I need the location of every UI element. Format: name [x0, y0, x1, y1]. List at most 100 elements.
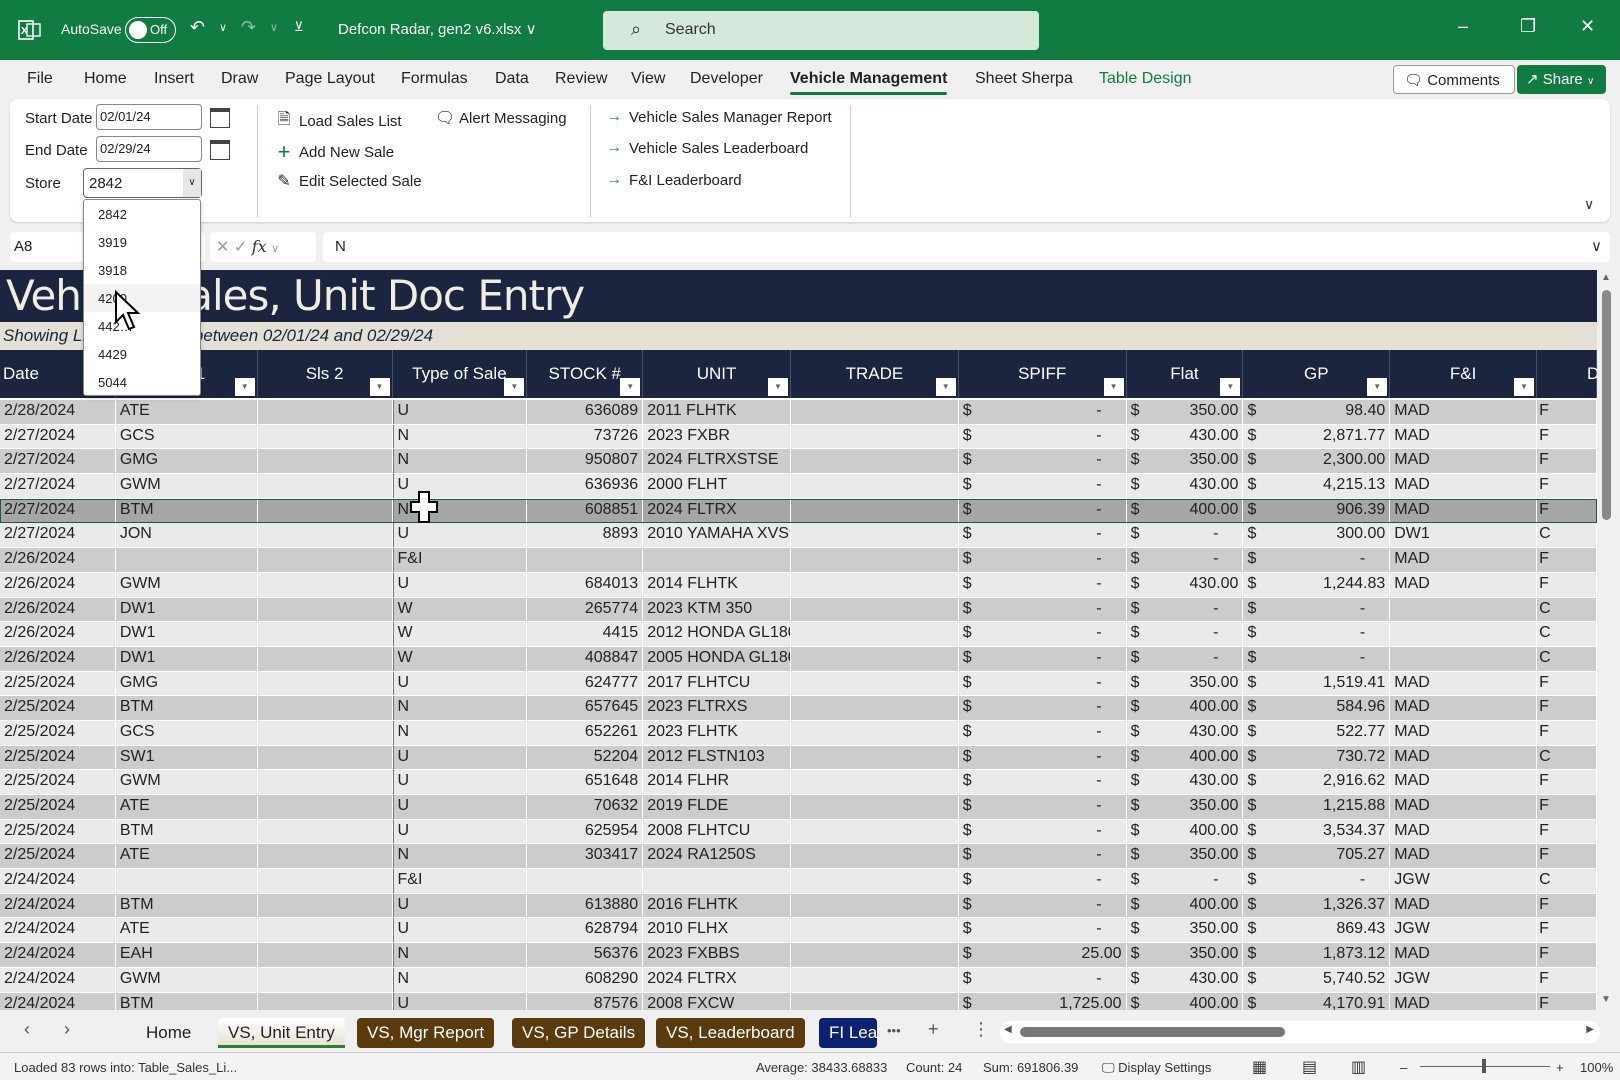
cell-sls2[interactable]: [258, 400, 393, 424]
cell-spiff[interactable]: $ -: [959, 869, 1127, 893]
filter-dropdown-icon[interactable]: ▼: [1514, 378, 1535, 396]
cell-flat[interactable]: $350.00: [1127, 400, 1244, 424]
filter-dropdown-icon[interactable]: ▼: [1103, 378, 1124, 396]
column-header-fi[interactable]: F&I ▼: [1390, 350, 1538, 398]
cell-spiff[interactable]: $ -: [959, 572, 1127, 597]
cell-spiff[interactable]: $ -: [959, 474, 1127, 498]
cell-sls1[interactable]: GCS: [116, 720, 258, 745]
table-row[interactable]: 2/24/2024 F&I $ - $ - $ - JGW C: [0, 869, 1597, 894]
cell-de[interactable]: C: [1537, 869, 1597, 893]
table-row[interactable]: 2/27/2024 GMG N 950807 2024 FLTRXSTSE $ - $350.…: [0, 449, 1597, 475]
tab-review[interactable]: Review: [555, 70, 607, 88]
cell-sls2[interactable]: [258, 893, 393, 918]
cell-stock[interactable]: 52204: [527, 745, 644, 770]
cell-unit[interactable]: 2008 FLHTCU: [643, 819, 792, 844]
cell-flat[interactable]: $400.00: [1127, 893, 1244, 918]
cell-fi[interactable]: [1390, 622, 1538, 646]
cell-unit[interactable]: 2014 FLHR: [643, 770, 792, 794]
cell-date[interactable]: 2/27/2024: [0, 449, 116, 474]
sheet-tab-vs-unit-entry[interactable]: VS, Unit Entry: [218, 1018, 345, 1048]
tab-insert[interactable]: Insert: [154, 70, 194, 88]
table-row[interactable]: 2/27/2024 GCS N 73726 2023 FXBR $ - $430.00 $2,8…: [0, 424, 1597, 450]
cell-spiff[interactable]: $ -: [959, 646, 1127, 671]
table-row[interactable]: 2/25/2024 GWM U 651648 2014 FLHR $ - $430.00 $2,…: [0, 770, 1597, 795]
cell-type[interactable]: U: [392, 523, 528, 548]
cell-flat[interactable]: $400.00: [1127, 745, 1244, 770]
cell-date[interactable]: 2/25/2024: [0, 671, 116, 696]
tab-table-design[interactable]: Table Design: [1099, 70, 1192, 88]
sheet-tab-vs-gp-details[interactable]: VS, GP Details: [512, 1018, 646, 1048]
cell-sls1[interactable]: EAH: [116, 943, 258, 967]
cell-fi[interactable]: MAD: [1390, 424, 1538, 449]
tab-view[interactable]: View: [631, 70, 665, 88]
cell-unit[interactable]: 2010 FLHX: [643, 918, 792, 943]
cell-type[interactable]: U: [392, 400, 528, 424]
cell-trade[interactable]: [791, 523, 959, 548]
next-sheet-icon[interactable]: ›: [64, 1019, 70, 1040]
store-option[interactable]: 3918: [84, 256, 200, 284]
cell-gp[interactable]: $ -: [1243, 597, 1391, 622]
cell-date[interactable]: 2/24/2024: [0, 893, 116, 918]
cell-date[interactable]: 2/27/2024: [0, 424, 116, 449]
cell-spiff[interactable]: $ -: [959, 745, 1127, 770]
filter-dropdown-icon[interactable]: ▼: [767, 378, 788, 396]
cell-sls2[interactable]: [258, 474, 393, 498]
alert-messaging-button[interactable]: 🗨︎ Alert Messaging: [435, 108, 567, 128]
more-sheets-icon[interactable]: •••: [887, 1023, 901, 1038]
cell-sls2[interactable]: [258, 795, 393, 819]
insert-function-icon[interactable]: fx: [252, 237, 267, 256]
cell-trade[interactable]: [791, 967, 959, 992]
store-option[interactable]: 4429: [84, 340, 200, 368]
cell-type[interactable]: U: [392, 992, 528, 1010]
cell-stock[interactable]: 652261: [527, 720, 644, 745]
zoom-in-button[interactable]: +: [1556, 1060, 1564, 1075]
cell-de[interactable]: F: [1537, 671, 1597, 696]
cell-trade[interactable]: [791, 400, 959, 424]
cell-flat[interactable]: $430.00: [1127, 572, 1244, 597]
tab-formulas[interactable]: Formulas: [401, 70, 468, 88]
cell-unit[interactable]: 2023 FLHTK: [643, 720, 792, 745]
cell-date[interactable]: 2/24/2024: [0, 967, 116, 992]
cell-spiff[interactable]: $ -: [959, 967, 1127, 992]
tab-data[interactable]: Data: [495, 70, 529, 88]
cell-gp[interactable]: $2,916.62: [1243, 770, 1391, 794]
zoom-out-button[interactable]: –: [1400, 1060, 1407, 1075]
cell-de[interactable]: F: [1537, 424, 1597, 449]
cell-unit[interactable]: 2023 FXBR: [643, 424, 792, 449]
cell-sls2[interactable]: [258, 696, 393, 720]
cell-sls2[interactable]: [258, 745, 393, 770]
cell-type[interactable]: N: [392, 967, 528, 992]
cell-fi[interactable]: MAD: [1390, 943, 1538, 967]
cell-trade[interactable]: [791, 720, 959, 745]
cell-spiff[interactable]: $ -: [959, 671, 1127, 696]
cell-unit[interactable]: 2008 FXCW: [643, 992, 792, 1010]
cell-fi[interactable]: MAD: [1390, 819, 1538, 844]
cell-gp[interactable]: $3,534.37: [1243, 819, 1391, 844]
cell-type[interactable]: N: [392, 449, 528, 474]
cell-fi[interactable]: MAD: [1390, 795, 1538, 819]
cell-flat[interactable]: $350.00: [1127, 671, 1244, 696]
cell-sls2[interactable]: [258, 646, 393, 671]
page-break-view-icon[interactable]: ▥: [1351, 1057, 1366, 1077]
cell-sls2[interactable]: [258, 498, 393, 523]
cell-trade[interactable]: [791, 622, 959, 646]
cell-unit[interactable]: 2010 YAMAHA XVS95A: [643, 523, 792, 548]
cell-sls1[interactable]: GWM: [116, 770, 258, 794]
table-row[interactable]: 2/24/2024 GWM N 608290 2024 FLTRX $ - $430.00 $5…: [0, 967, 1597, 993]
share-button[interactable]: ↗ Share ∨: [1517, 65, 1606, 94]
cell-de[interactable]: F: [1537, 400, 1597, 424]
cell-stock[interactable]: [527, 869, 644, 893]
cell-fi[interactable]: MAD: [1390, 992, 1538, 1010]
cell-de[interactable]: F: [1537, 819, 1597, 844]
cell-spiff[interactable]: $ -: [959, 498, 1127, 523]
add-sheet-button[interactable]: +: [928, 1019, 939, 1040]
cell-stock[interactable]: 628794: [527, 918, 644, 943]
cell-sls2[interactable]: [258, 967, 393, 992]
cell-date[interactable]: 2/27/2024: [0, 523, 116, 548]
cell-spiff[interactable]: $ -: [959, 795, 1127, 819]
column-header-spiff[interactable]: SPIFF ▼: [959, 350, 1127, 398]
cell-trade[interactable]: [791, 572, 959, 597]
sheet-tab-vs-leaderboard[interactable]: VS, Leaderboard: [656, 1018, 805, 1048]
cell-sls1[interactable]: BTM: [116, 498, 258, 523]
cell-fi[interactable]: MAD: [1390, 893, 1538, 918]
